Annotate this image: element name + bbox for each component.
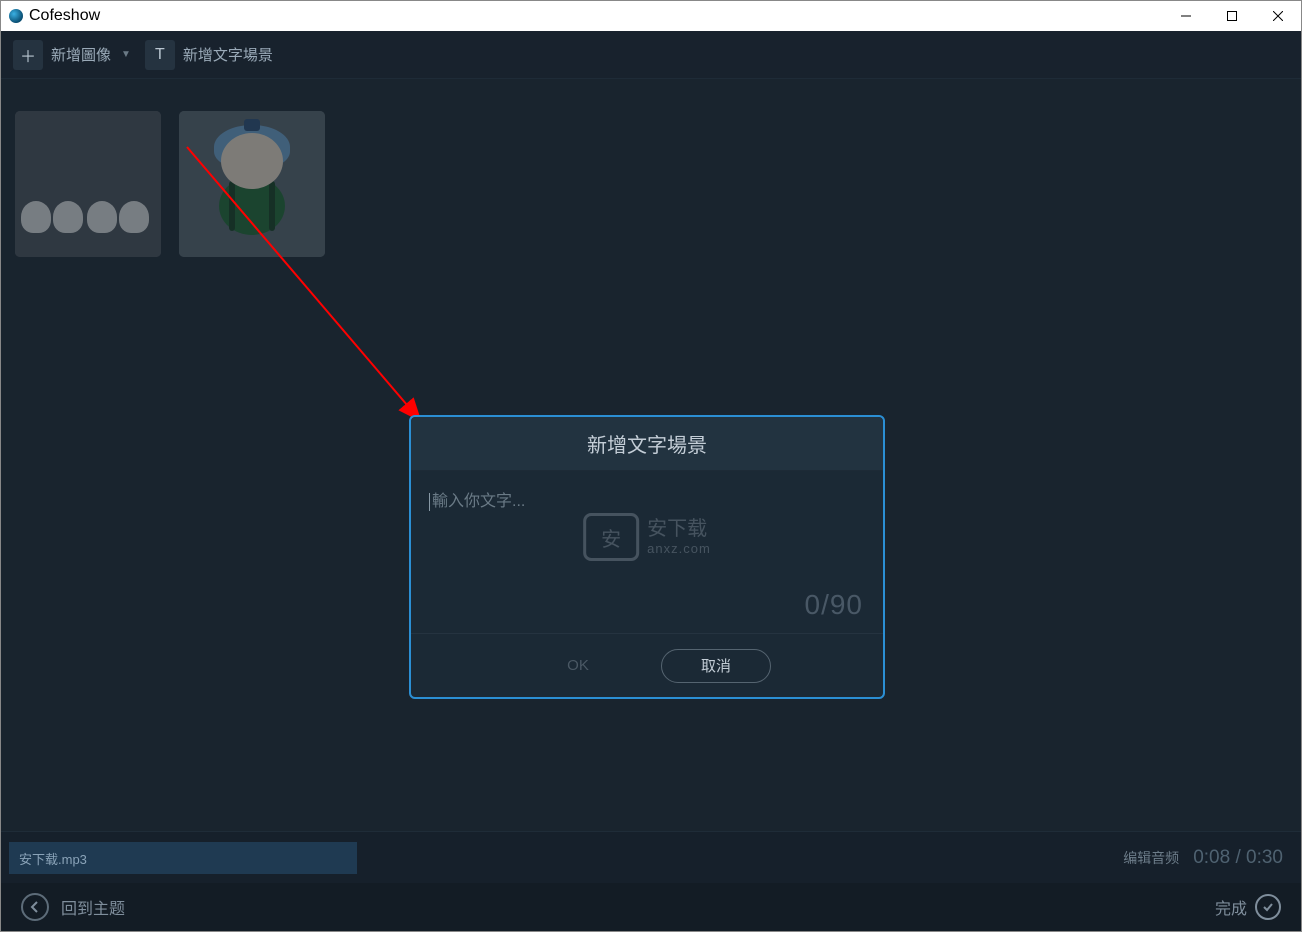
toolbar: ＋ 新增圖像 ▼ T 新增文字場景 xyxy=(1,31,1301,79)
back-label: 回到主题 xyxy=(61,895,125,919)
audio-bar: 安下载.mp3 编辑音频 0:08 / 0:30 xyxy=(1,831,1301,883)
thumbnail-strip xyxy=(1,79,1301,257)
cancel-button[interactable]: 取消 xyxy=(661,649,771,683)
add-text-scene-label: 新增文字場景 xyxy=(183,44,273,65)
audio-track[interactable]: 安下载.mp3 xyxy=(9,842,357,874)
maximize-icon xyxy=(1227,11,1237,21)
window-controls xyxy=(1163,1,1301,31)
back-button[interactable]: 回到主题 xyxy=(21,893,125,921)
done-label: 完成 xyxy=(1215,895,1247,919)
watermark-icon: 安 xyxy=(583,513,639,561)
watermark-text: 安下载 xyxy=(647,517,711,541)
dialog-title: 新增文字場景 xyxy=(411,417,883,471)
watermark: 安 安下载 anxz.com xyxy=(583,513,711,561)
chevron-down-icon[interactable]: ▼ xyxy=(121,49,131,60)
dim-overlay xyxy=(15,111,161,257)
dialog-buttons: OK 取消 xyxy=(411,633,883,697)
add-image-group[interactable]: ＋ 新增圖像 ▼ xyxy=(13,40,131,70)
char-counter: 0/90 xyxy=(805,589,864,621)
thumbnail-1[interactable] xyxy=(15,111,161,257)
titlebar: Cofeshow xyxy=(1,1,1301,31)
app-window: Cofeshow ＋ 新增圖像 ▼ T 新增文字場景 xyxy=(0,0,1302,932)
add-image-label: 新增圖像 xyxy=(51,44,111,65)
app-icon xyxy=(9,9,23,23)
add-text-scene-dialog: 新增文字場景 輸入你文字... 安 安下载 anxz.com 0/90 OK 取… xyxy=(409,415,885,699)
watermark-sub: anxz.com xyxy=(647,541,711,557)
add-text-scene-group[interactable]: T 新增文字場景 xyxy=(145,40,273,70)
window-title: Cofeshow xyxy=(29,7,100,25)
check-icon xyxy=(1255,894,1281,920)
text-icon: T xyxy=(145,40,175,70)
arrow-left-icon xyxy=(21,893,49,921)
minimize-button[interactable] xyxy=(1163,1,1209,31)
dialog-body: 輸入你文字... 安 安下载 anxz.com 0/90 xyxy=(411,471,883,633)
thumbnail-2[interactable] xyxy=(179,111,325,257)
close-button[interactable] xyxy=(1255,1,1301,31)
audio-time: 0:08 / 0:30 xyxy=(1193,847,1283,869)
audio-current-time: 0:08 xyxy=(1193,847,1230,868)
ok-button[interactable]: OK xyxy=(523,649,633,683)
close-icon xyxy=(1273,11,1283,21)
audio-file-name: 安下载.mp3 xyxy=(19,849,87,868)
text-input[interactable]: 輸入你文字... xyxy=(429,487,865,511)
done-button[interactable]: 完成 xyxy=(1215,894,1281,920)
edit-audio-button[interactable]: 编辑音频 xyxy=(1123,848,1179,868)
text-input-placeholder: 輸入你文字... xyxy=(432,493,525,510)
dim-overlay xyxy=(179,111,325,257)
plus-icon: ＋ xyxy=(13,40,43,70)
footer: 回到主题 完成 xyxy=(1,883,1301,931)
minimize-icon xyxy=(1181,11,1191,21)
content-area: 新增文字場景 輸入你文字... 安 安下载 anxz.com 0/90 OK 取… xyxy=(1,79,1301,831)
maximize-button[interactable] xyxy=(1209,1,1255,31)
audio-total-time: 0:30 xyxy=(1246,847,1283,868)
